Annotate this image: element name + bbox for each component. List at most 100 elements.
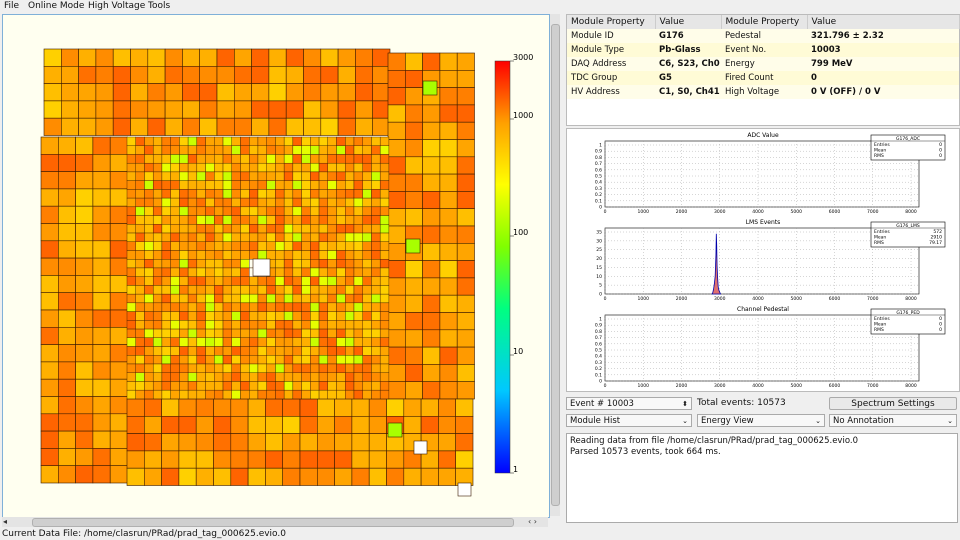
module-cell[interactable]: [371, 302, 381, 312]
module-cell[interactable]: [353, 241, 363, 251]
module-cell[interactable]: [170, 232, 180, 242]
module-cell[interactable]: [353, 328, 363, 338]
module-cell[interactable]: [164, 100, 183, 119]
module-cell[interactable]: [222, 293, 232, 304]
module-cell[interactable]: [196, 293, 206, 304]
module-cell[interactable]: [187, 241, 198, 251]
module-cell[interactable]: [75, 413, 94, 432]
module-cell[interactable]: [345, 180, 355, 190]
module-cell[interactable]: [355, 83, 373, 102]
module-cell[interactable]: [310, 259, 320, 269]
module-cell[interactable]: [152, 224, 163, 234]
module-cell[interactable]: [95, 65, 114, 84]
module-cell[interactable]: [292, 145, 302, 155]
module-cell[interactable]: [196, 346, 206, 356]
module-cell[interactable]: [362, 232, 372, 242]
module-cell[interactable]: [285, 48, 304, 67]
module-cell[interactable]: [161, 337, 171, 347]
module-cell[interactable]: [187, 346, 198, 356]
module-cell[interactable]: [170, 389, 180, 400]
module-cell[interactable]: [303, 100, 322, 119]
module-cell[interactable]: [275, 162, 285, 173]
module-cell[interactable]: [303, 48, 322, 67]
module-cell[interactable]: [334, 450, 353, 469]
module-cell[interactable]: [379, 180, 390, 190]
module-cell[interactable]: [152, 328, 163, 338]
module-cell[interactable]: [205, 224, 215, 234]
module-cell[interactable]: [170, 320, 180, 330]
module-cell[interactable]: [422, 381, 441, 400]
module-cell[interactable]: [240, 241, 250, 251]
view-mode-select[interactable]: Module Hist ⌄: [566, 414, 692, 427]
module-cell[interactable]: [240, 320, 250, 330]
module-cell[interactable]: [345, 136, 355, 146]
module-cell[interactable]: [266, 232, 276, 242]
module-cell[interactable]: [387, 312, 406, 331]
module-cell[interactable]: [196, 311, 206, 321]
module-cell[interactable]: [135, 206, 145, 216]
module-cell[interactable]: [257, 346, 267, 356]
module-cell[interactable]: [353, 372, 363, 382]
module-cell[interactable]: [371, 320, 381, 330]
module-cell[interactable]: [371, 259, 381, 269]
module-cell[interactable]: [240, 355, 250, 365]
module-cell[interactable]: [251, 48, 270, 67]
module-cell[interactable]: [379, 267, 390, 277]
module-cell[interactable]: [195, 450, 214, 469]
module-cell[interactable]: [438, 398, 456, 417]
module-cell[interactable]: [318, 311, 328, 321]
module-cell[interactable]: [144, 337, 154, 347]
module-cell[interactable]: [214, 302, 224, 312]
module-cell[interactable]: [285, 117, 304, 136]
module-cell[interactable]: [195, 467, 214, 486]
module-cell[interactable]: [231, 197, 241, 208]
module-cell[interactable]: [379, 154, 390, 164]
module-cell[interactable]: [57, 154, 76, 172]
module-cell[interactable]: [178, 398, 197, 417]
module-cell[interactable]: [75, 205, 94, 224]
module-cell[interactable]: [147, 48, 166, 67]
module-cell[interactable]: [231, 302, 241, 312]
module-cell[interactable]: [439, 329, 458, 348]
module-cell[interactable]: [422, 312, 441, 331]
module-cell[interactable]: [161, 415, 180, 434]
module-cell[interactable]: [257, 372, 267, 382]
module-cell[interactable]: [371, 154, 381, 164]
module-cell[interactable]: [327, 372, 337, 382]
module-cell[interactable]: [161, 433, 180, 452]
module-cell[interactable]: [179, 171, 189, 181]
module-cell[interactable]: [179, 162, 189, 173]
module-cell[interactable]: [336, 154, 346, 164]
module-cell[interactable]: [310, 311, 320, 321]
module-cell[interactable]: [147, 65, 166, 84]
module-cell[interactable]: [275, 320, 285, 330]
module-cell[interactable]: [231, 355, 241, 365]
module-cell[interactable]: [109, 378, 128, 397]
module-cell[interactable]: [144, 328, 154, 338]
module-cell[interactable]: [372, 83, 391, 102]
module-cell[interactable]: [318, 293, 328, 304]
module-cell[interactable]: [327, 250, 337, 260]
module-cell[interactable]: [179, 241, 189, 251]
module-cell[interactable]: [249, 241, 259, 251]
module-cell[interactable]: [310, 337, 320, 347]
module-cell[interactable]: [179, 363, 189, 373]
module-cell[interactable]: [387, 52, 406, 71]
module-cell[interactable]: [257, 311, 267, 321]
module-cell[interactable]: [379, 285, 390, 295]
module-cell[interactable]: [92, 205, 111, 224]
module-cell[interactable]: [379, 346, 390, 356]
module-cell[interactable]: [240, 381, 250, 391]
module-cell[interactable]: [301, 136, 311, 146]
module-cell[interactable]: [336, 355, 346, 365]
module-cell[interactable]: [327, 355, 337, 365]
module-cell[interactable]: [301, 154, 311, 164]
module-cell[interactable]: [275, 337, 285, 347]
module-cell[interactable]: [179, 320, 189, 330]
module-cell[interactable]: [144, 136, 154, 146]
module-cell[interactable]: [40, 257, 59, 276]
module-cell[interactable]: [456, 346, 475, 365]
module-cell[interactable]: [353, 162, 363, 173]
module-cell[interactable]: [130, 83, 149, 102]
module-cell[interactable]: [283, 355, 294, 365]
